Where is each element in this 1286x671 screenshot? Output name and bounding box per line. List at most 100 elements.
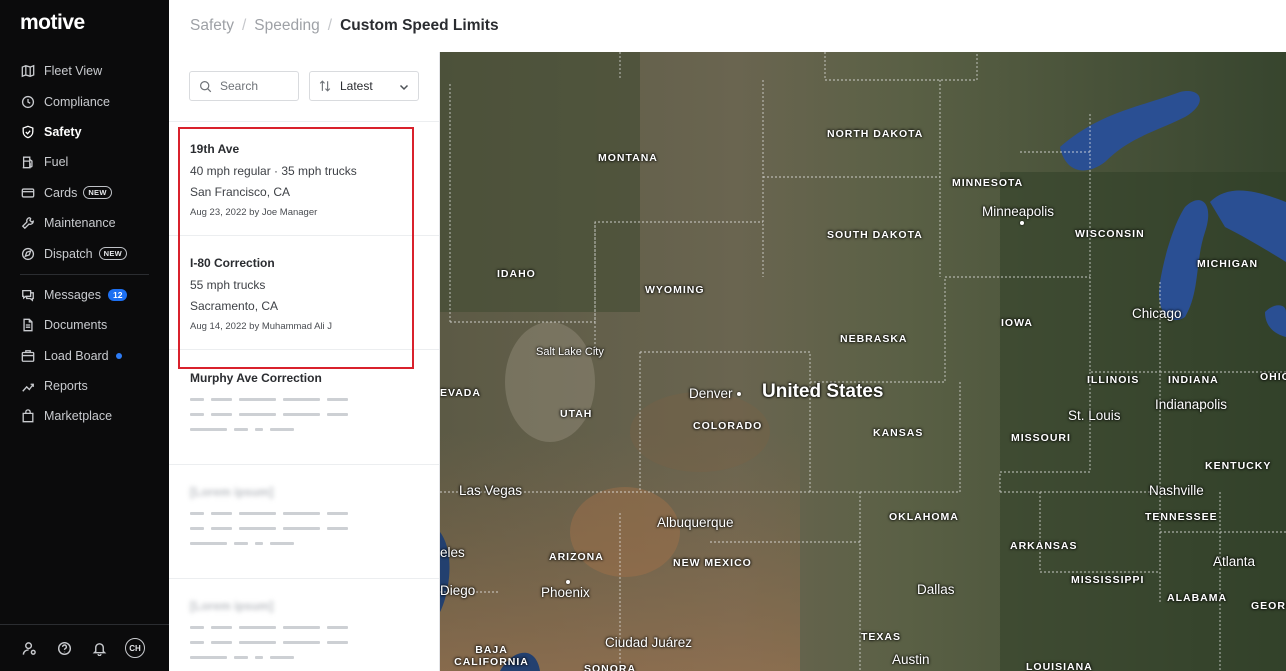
item-speed-limits: 55 mph trucks <box>190 278 266 292</box>
sidebar-item-label: Reports <box>44 379 88 394</box>
sort-value: Latest <box>340 79 373 93</box>
search-input[interactable]: Search <box>189 71 299 101</box>
map-label-city: Ciudad Juárez <box>605 635 693 650</box>
list-divider <box>169 349 439 350</box>
sidebar-item-fuel[interactable]: Fuel <box>0 147 169 177</box>
sidebar-item-documents[interactable]: Documents <box>0 310 169 340</box>
list-item-placeholder[interactable]: [Lorem ipsum] <box>169 599 439 671</box>
sidebar-item-fleet-view[interactable]: Fleet View <box>0 56 169 86</box>
map-label-state: IOWA <box>1001 317 1033 329</box>
list-item-murphy-ave-correction[interactable]: Murphy Ave Correction <box>169 371 439 465</box>
avatar[interactable]: CH <box>125 638 145 658</box>
sidebar-item-load-board[interactable]: Load Board <box>0 341 169 371</box>
list-item-i-80-correction[interactable]: I-80 Correction 55 mph trucks Sacramento… <box>169 256 439 350</box>
marketplace-icon <box>20 408 36 424</box>
messages-count-badge: 12 <box>107 288 128 301</box>
page-header: Safety / Speeding / Custom Speed Limits <box>169 0 1286 52</box>
list-item-19th-ave[interactable]: 19th Ave 40 mph regular · 35 mph trucks … <box>169 142 439 236</box>
sidebar-item-label: Fuel <box>44 155 69 170</box>
map-label-state: ARIZONA <box>549 551 604 563</box>
sidebar-item-compliance[interactable]: Compliance <box>0 86 169 116</box>
skeleton-line <box>190 398 439 401</box>
sidebar-item-messages[interactable]: Messages 12 <box>0 280 169 310</box>
map-label-state: NEBRASKA <box>840 333 908 345</box>
skeleton-line <box>190 641 439 644</box>
city-marker <box>737 392 741 396</box>
map-label-city: Denver <box>689 386 733 401</box>
map-label-city: Nashville <box>1149 483 1204 498</box>
map-label-state: MINNESOTA <box>952 177 1024 189</box>
satellite-map[interactable]: MONTANA NORTH DAKOTA MINNESOTA WISCONSIN… <box>440 52 1286 671</box>
map-label-state: ARKANSAS <box>1010 540 1078 552</box>
map-label-city: Phoenix <box>541 585 590 600</box>
sidebar-item-reports[interactable]: Reports <box>0 371 169 401</box>
map-icon <box>20 63 36 79</box>
skeleton-line <box>190 656 439 659</box>
toolbar-divider <box>169 121 439 122</box>
map-label-state: UTAH <box>560 408 593 420</box>
card-icon <box>20 185 36 201</box>
sidebar-item-label: Compliance <box>44 94 111 109</box>
map-terrain <box>440 52 1286 671</box>
map-label-state: OHIO <box>1260 371 1286 383</box>
map-label-state: MONTANA <box>598 152 658 164</box>
map-label-state: NEW MEXICO <box>673 557 752 569</box>
sidebar-item-safety[interactable]: Safety <box>0 117 169 147</box>
map-label-state: BAJA CALIFORNIA <box>454 644 529 668</box>
sidebar-item-label: Maintenance <box>44 216 116 231</box>
map-label-state: MISSOURI <box>1011 432 1071 444</box>
map-label-state: WISCONSIN <box>1075 228 1145 240</box>
sidebar-item-marketplace[interactable]: Marketplace <box>0 401 169 431</box>
skeleton-line <box>190 626 439 629</box>
new-badge: NEW <box>83 186 112 200</box>
help-icon[interactable] <box>55 639 73 657</box>
map-label-country: United States <box>762 381 884 402</box>
map-label-state: MICHIGAN <box>1197 258 1259 270</box>
list-item-placeholder[interactable]: [Lorem ipsum] <box>169 485 439 579</box>
map-label-state: INDIANA <box>1168 374 1219 386</box>
map-label-state: ALABAMA <box>1167 592 1228 604</box>
sidebar-item-label: Fleet View <box>44 64 103 79</box>
skeleton-line <box>190 428 439 431</box>
sort-icon <box>319 80 331 92</box>
user-settings-icon[interactable] <box>20 639 38 657</box>
speed-limits-list-panel: Search Latest 19th Ave 40 mph regular · … <box>169 52 440 671</box>
map-label-state: EVADA <box>440 387 481 399</box>
map-label-city: Atlanta <box>1213 554 1256 569</box>
map-label-state: WYOMING <box>645 284 705 296</box>
sidebar-item-maintenance[interactable]: Maintenance <box>0 208 169 238</box>
sidebar-item-label: Marketplace <box>44 409 113 424</box>
sort-dropdown[interactable]: Latest <box>309 71 419 101</box>
sidebar-item-label: Cards <box>44 185 78 200</box>
search-placeholder: Search <box>220 79 259 93</box>
sidebar-item-label: Load Board <box>44 348 109 363</box>
breadcrumb-safety[interactable]: Safety <box>190 17 234 35</box>
breadcrumb-speeding[interactable]: Speeding <box>254 17 320 35</box>
chevron-down-icon <box>399 84 409 91</box>
wrench-icon <box>20 215 36 231</box>
skeleton-line <box>190 512 439 515</box>
map-label-city: Diego <box>440 583 476 598</box>
map-label-city: Indianapolis <box>1155 397 1228 412</box>
item-location: Sacramento, CA <box>190 299 279 313</box>
item-meta: Aug 14, 2022 by Muhammad Ali J <box>190 321 333 332</box>
clock-icon <box>20 94 36 110</box>
map-label-state: GEORGIA <box>1251 600 1286 612</box>
map-label-state: NORTH DAKOTA <box>827 128 924 140</box>
map-label-state: OKLAHOMA <box>889 511 959 523</box>
sidebar-item-cards[interactable]: Cards NEW <box>0 178 169 208</box>
item-title: [Lorem ipsum] <box>190 599 274 613</box>
map-label-state: MISSISSIPPI <box>1071 574 1145 586</box>
item-location: San Francisco, CA <box>190 185 291 199</box>
map-label-state: IDAHO <box>497 268 536 280</box>
skeleton-line <box>190 542 439 545</box>
map-label-city: Minneapolis <box>982 204 1055 219</box>
city-marker <box>1020 221 1024 225</box>
map-label-city: Dallas <box>917 582 955 597</box>
map-label-city: eles <box>440 545 465 560</box>
document-icon <box>20 317 36 333</box>
motive-logo[interactable]: motive <box>20 11 85 35</box>
bell-icon[interactable] <box>90 639 108 657</box>
sidebar-item-dispatch[interactable]: Dispatch NEW <box>0 238 169 268</box>
map-label-city: Salt Lake City <box>536 346 604 358</box>
